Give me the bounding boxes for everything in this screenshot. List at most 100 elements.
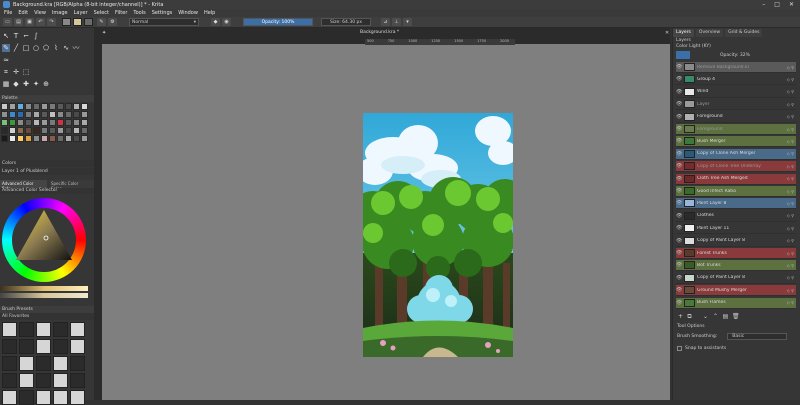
palette-swatch[interactable]	[81, 111, 88, 118]
palette-swatch[interactable]	[41, 119, 48, 126]
layer-filter-button[interactable]	[676, 51, 690, 59]
ellipse-tool-icon[interactable]: ○	[32, 44, 40, 52]
eye-icon[interactable]: 👁	[676, 64, 682, 70]
brush-preset-tile[interactable]	[2, 390, 17, 405]
eye-icon[interactable]: 👁	[676, 275, 682, 281]
menu-tools[interactable]: Tools	[133, 10, 145, 16]
layer-row[interactable]: 👁 Clothes ◇ ⚲	[676, 210, 796, 222]
line-tool-icon[interactable]: ╱	[12, 44, 20, 52]
brush-preset-tile[interactable]	[36, 356, 51, 371]
freehand-brush-tool-icon[interactable]: ✎	[2, 44, 10, 52]
opacity-slider[interactable]: Opacity: 100%	[243, 18, 313, 26]
gradient-swatch[interactable]	[62, 18, 71, 26]
layer-lock-icon[interactable]: ◇ ⚲	[782, 251, 796, 256]
brush-preset-tile[interactable]	[70, 322, 85, 337]
layer-lock-icon[interactable]: ◇ ⚲	[782, 213, 796, 218]
brush-preset-tile[interactable]	[19, 322, 34, 337]
layer-row[interactable]: 👁 Copy of Paint Layer 8 ◇ ⚲	[676, 235, 796, 247]
menu-view[interactable]: View	[34, 10, 46, 16]
layer-row[interactable]: 👁 Paint Layer 11 ◇ ⚲	[676, 223, 796, 235]
eye-icon[interactable]: 👁	[676, 89, 682, 95]
palette-swatch[interactable]	[65, 135, 72, 142]
palette-swatch[interactable]	[41, 135, 48, 142]
layer-lock-icon[interactable]: ◇ ⚲	[782, 164, 796, 169]
new-document-icon[interactable]: ▭	[3, 18, 12, 26]
palette-swatch[interactable]	[73, 135, 80, 142]
pattern-swatch[interactable]	[84, 18, 93, 26]
palette-swatch[interactable]	[57, 111, 64, 118]
menu-help[interactable]: Help	[204, 10, 215, 16]
eye-icon[interactable]: 👁	[676, 238, 682, 244]
layer-properties-icon[interactable]: ▤	[722, 313, 729, 320]
palette-swatch[interactable]	[1, 119, 8, 126]
layer-lock-icon[interactable]: ◇ ⚲	[782, 89, 796, 94]
eye-icon[interactable]: 👁	[676, 151, 682, 157]
layer-row[interactable]: 👁 Bush Flames ◇ ⚲	[676, 297, 796, 309]
layer-lock-icon[interactable]: ◇ ⚲	[782, 139, 796, 144]
add-layer-icon[interactable]: +	[677, 313, 684, 320]
hue-ring[interactable]	[2, 198, 86, 282]
palette-swatch[interactable]	[17, 119, 24, 126]
layer-opacity[interactable]: Opacity: 32%	[720, 53, 750, 58]
layer-row[interactable]: 👁 Copy of Clone Tree Underlay ◇ ⚲	[676, 161, 796, 173]
blend-mode-select[interactable]: Normal ▾	[129, 18, 199, 26]
brush-preset-tile[interactable]	[53, 339, 68, 354]
document-pin-icon[interactable]: ✦	[102, 30, 106, 36]
palette-swatch[interactable]	[49, 127, 56, 134]
palette-swatch[interactable]	[57, 103, 64, 110]
palette-swatch[interactable]	[9, 127, 16, 134]
brush-size-slider[interactable]: Size: 64.30 px	[321, 18, 371, 26]
save-icon[interactable]: ▣	[25, 18, 34, 26]
palette-swatch[interactable]	[81, 127, 88, 134]
layer-row[interactable]: 👁 Foreground ◇ ⚲	[676, 111, 796, 123]
eye-icon[interactable]: 👁	[676, 262, 682, 268]
palette-swatch[interactable]	[17, 111, 24, 118]
eye-icon[interactable]: 👁	[676, 176, 682, 182]
tab-advanced-color-selector[interactable]: Advanced Color Sele...	[0, 180, 47, 191]
value-slider[interactable]	[0, 286, 88, 291]
redo-icon[interactable]: ↷	[47, 18, 56, 26]
mirror-horizontal-icon[interactable]: ⊿	[381, 18, 390, 26]
layer-lock-icon[interactable]: ◇ ⚲	[782, 65, 796, 70]
crop-tool-icon[interactable]: ⌗	[2, 68, 10, 76]
menu-filter[interactable]: Filter	[115, 10, 127, 16]
document-tab[interactable]: Background.kra *	[360, 30, 410, 37]
gradient-tool-icon[interactable]: ▦	[2, 80, 10, 88]
layer-lock-icon[interactable]: ◇ ⚲	[782, 226, 796, 231]
advanced-color-selector[interactable]	[0, 190, 94, 298]
layer-row[interactable]: 👁 Bot Trunks ◇ ⚲	[676, 260, 796, 272]
palette-swatch[interactable]	[65, 127, 72, 134]
palette-swatch[interactable]	[81, 103, 88, 110]
snap-checkbox[interactable]	[677, 346, 682, 351]
layer-lock-icon[interactable]: ◇ ⚲	[782, 151, 796, 156]
artwork-canvas[interactable]	[363, 113, 513, 357]
brush-preset-tile[interactable]	[2, 322, 17, 337]
rectangle-tool-icon[interactable]: □	[22, 44, 30, 52]
palette-swatch[interactable]	[9, 119, 16, 126]
brush-preset-tile[interactable]	[19, 339, 34, 354]
layer-row[interactable]: 👁 Wind ◇ ⚲	[676, 86, 796, 98]
palette-swatch[interactable]	[17, 127, 24, 134]
palette-swatch[interactable]	[17, 103, 24, 110]
menu-select[interactable]: Select	[94, 10, 109, 16]
palette-swatch[interactable]	[65, 111, 72, 118]
menu-image[interactable]: Image	[52, 10, 68, 16]
open-document-icon[interactable]: ▤	[14, 18, 23, 26]
brush-preset-tile[interactable]	[19, 356, 34, 371]
layer-lock-icon[interactable]: ◇ ⚲	[782, 288, 796, 293]
layer-blend-mode[interactable]: Color Light (KY)	[676, 44, 711, 49]
brush-smoothing-select[interactable]: Basic	[727, 333, 788, 340]
palette-swatch[interactable]	[1, 127, 8, 134]
undo-icon[interactable]: ↶	[36, 18, 45, 26]
layer-row[interactable]: 👁 Bush Merger ◇ ⚲	[676, 136, 796, 148]
palette-swatch[interactable]	[17, 135, 24, 142]
eye-icon[interactable]: 👁	[676, 287, 682, 293]
brush-preset-tile[interactable]	[70, 356, 85, 371]
palette-swatch[interactable]	[33, 135, 40, 142]
mirror-vertical-icon[interactable]: ⊥	[392, 18, 401, 26]
palette-swatch[interactable]	[33, 111, 40, 118]
menu-file[interactable]: File	[4, 10, 12, 16]
layer-row[interactable]: 👁 Group 4 ◇ ⚲	[676, 74, 796, 86]
eye-icon[interactable]: 👁	[676, 76, 682, 82]
tab-layers[interactable]: Layers	[673, 29, 694, 37]
